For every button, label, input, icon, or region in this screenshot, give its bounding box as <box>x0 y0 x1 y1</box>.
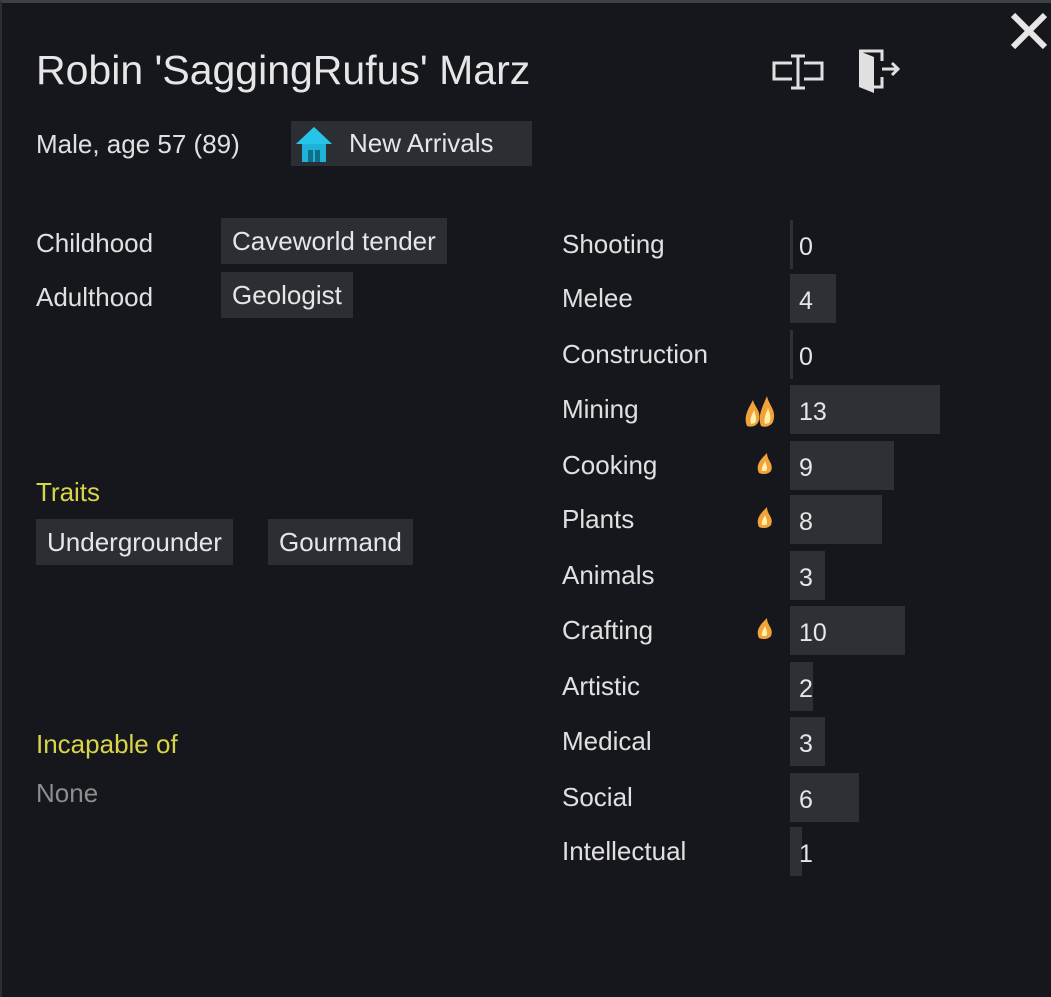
skill-level: 9 <box>799 454 813 482</box>
adulthood-label: Adulthood <box>36 282 154 312</box>
trait-chip[interactable]: Undergrounder <box>36 519 233 565</box>
skill-level: 3 <box>799 730 813 758</box>
double-flame-icon <box>745 396 775 427</box>
skill-name: Medical <box>562 726 652 756</box>
pawn-name: Robin 'SaggingRufus' Marz <box>36 47 531 93</box>
flame-icon <box>757 618 772 640</box>
skill-row[interactable]: Artistic 2 <box>562 662 982 712</box>
skill-row[interactable]: Crafting 10 <box>562 606 982 656</box>
adulthood-backstory[interactable]: Geologist <box>221 272 353 318</box>
skill-name: Mining <box>562 394 639 424</box>
skill-level: 13 <box>799 398 827 426</box>
rename-icon <box>772 54 824 90</box>
childhood-label: Childhood <box>36 228 154 258</box>
skill-row[interactable]: Mining 13 <box>562 385 982 435</box>
skill-level: 2 <box>799 675 813 703</box>
faction-name: New Arrivals <box>349 128 494 158</box>
skill-name: Cooking <box>562 450 658 480</box>
skill-row[interactable]: Intellectual 1 <box>562 827 982 877</box>
skill-bar <box>790 220 793 269</box>
skill-row[interactable]: Animals 3 <box>562 551 982 601</box>
skill-name: Crafting <box>562 615 654 645</box>
skill-name: Intellectual <box>562 836 687 866</box>
skill-name: Plants <box>562 504 635 534</box>
incapable-heading: Incapable of <box>36 729 178 759</box>
skill-row[interactable]: Melee 4 <box>562 274 982 324</box>
incapable-value: None <box>36 778 99 808</box>
skill-level: 8 <box>799 508 813 536</box>
close-button[interactable] <box>1007 9 1051 53</box>
traits-heading: Traits <box>36 477 101 507</box>
skill-level: 6 <box>799 786 813 814</box>
rename-button[interactable] <box>772 53 824 91</box>
house-icon <box>296 126 332 162</box>
skill-level: 10 <box>799 619 827 647</box>
trait-chip[interactable]: Gourmand <box>268 519 413 565</box>
childhood-backstory[interactable]: Caveworld tender <box>221 218 447 264</box>
skill-level: 0 <box>799 343 813 371</box>
skill-name: Melee <box>562 283 633 313</box>
flame-icon <box>757 453 772 475</box>
close-icon <box>1010 12 1048 50</box>
skill-row[interactable]: Social 6 <box>562 773 982 823</box>
skill-level: 4 <box>799 287 813 315</box>
skill-name: Shooting <box>562 229 665 259</box>
skill-row[interactable]: Medical 3 <box>562 717 982 767</box>
skill-row[interactable]: Plants 8 <box>562 495 982 545</box>
skill-level: 3 <box>799 564 813 592</box>
skill-level: 1 <box>799 840 813 868</box>
skill-bar <box>790 274 836 323</box>
flame-icon <box>757 507 772 529</box>
skill-name: Animals <box>562 560 655 590</box>
pawn-description: Male, age 57 (89) <box>36 129 240 159</box>
skill-row[interactable]: Cooking 9 <box>562 441 982 491</box>
skill-row[interactable]: Construction 0 <box>562 330 982 380</box>
skill-bar <box>790 330 793 379</box>
faction-button[interactable]: New Arrivals <box>291 121 532 166</box>
skill-level: 0 <box>799 233 813 261</box>
banish-icon <box>859 49 901 93</box>
banish-button[interactable] <box>854 47 902 95</box>
skill-name: Artistic <box>562 671 640 701</box>
character-window: Robin 'SaggingRufus' Marz Male, age 57 (… <box>0 0 1051 997</box>
skill-name: Construction <box>562 339 708 369</box>
skill-row[interactable]: Shooting 0 <box>562 220 982 270</box>
skill-name: Social <box>562 782 633 812</box>
